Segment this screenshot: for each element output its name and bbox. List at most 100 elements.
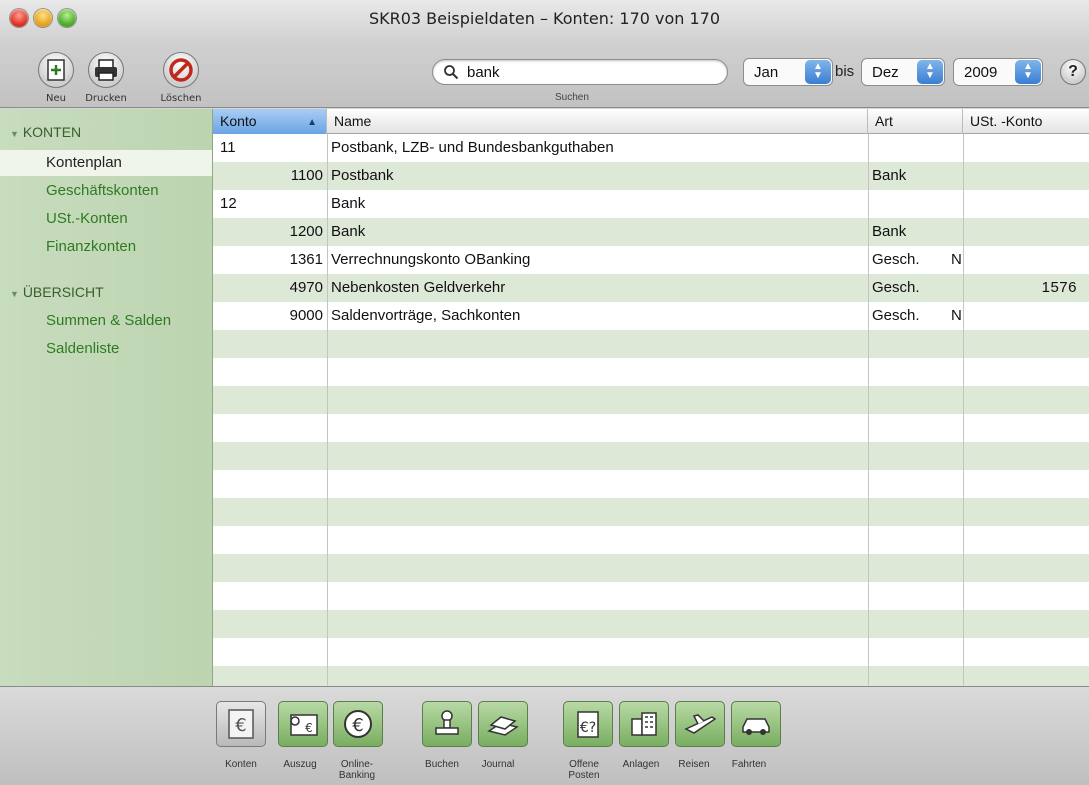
year-select[interactable]: 2009 ▲ ▼ — [953, 58, 1043, 86]
dock-label-anlagen: Anlagen — [622, 759, 660, 770]
sidebar-item-ust-konten[interactable]: USt.-Konten — [0, 206, 212, 232]
cell-art: Gesch. — [872, 279, 920, 296]
table-row[interactable]: 1100 Postbank Bank — [213, 162, 1089, 190]
cell-ust-konto — [963, 190, 1085, 218]
updown-arrows-icon: ▲ ▼ — [805, 60, 831, 84]
search-field[interactable]: bank — [432, 59, 728, 85]
stamp-icon — [435, 710, 459, 735]
table-row[interactable] — [213, 470, 1089, 498]
table-row[interactable]: 1361 Verrechnungskonto OBanking Gesch. N — [213, 246, 1089, 274]
cell-flag: N — [951, 251, 962, 268]
cell-art — [872, 134, 932, 162]
sidebar-item-finanzkonten[interactable]: Finanzkonten — [0, 234, 212, 260]
dock-auszug-button[interactable]: € — [278, 701, 328, 747]
cell-name: Postbank, LZB- und Bundesbankguthaben — [331, 139, 614, 156]
updown-arrows-icon: ▲ ▼ — [1015, 60, 1041, 84]
table-row[interactable]: 4970 Nebenkosten Geldverkehr Gesch. 1576 — [213, 274, 1089, 302]
cell-ust-konto — [963, 246, 1085, 274]
table-row[interactable] — [213, 526, 1089, 554]
to-month-value: Dez — [872, 63, 899, 81]
table-row[interactable] — [213, 330, 1089, 358]
cell-flag — [951, 274, 963, 302]
column-divider — [327, 134, 328, 686]
statement-icon: € — [290, 714, 318, 736]
cell-ust-konto — [963, 302, 1085, 330]
svg-text:€: € — [352, 715, 363, 736]
search-label: Suchen — [555, 92, 589, 103]
dock-konten-button[interactable]: € — [216, 701, 266, 747]
cell-art: Bank — [872, 223, 907, 240]
table-row[interactable] — [213, 414, 1089, 442]
disclosure-triangle-icon: ▼ — [10, 289, 19, 299]
column-header-konto[interactable]: Konto ▲ — [213, 109, 327, 134]
search-icon — [444, 65, 459, 80]
from-month-value: Jan — [754, 63, 779, 81]
cell-konto: 1100 — [290, 167, 323, 184]
dock-label-reisen: Reisen — [678, 759, 710, 770]
sidebar-section-uebersicht[interactable]: ▼ ÜBERSICHT — [10, 284, 104, 300]
table-row[interactable] — [213, 638, 1089, 666]
table-row[interactable] — [213, 442, 1089, 470]
cell-konto: 11 — [220, 139, 236, 156]
table-row[interactable]: 1200 Bank Bank — [213, 218, 1089, 246]
dock-anlagen-button[interactable] — [619, 701, 669, 747]
column-header-name[interactable]: Name — [327, 109, 868, 134]
from-month-select[interactable]: Jan ▲ ▼ — [743, 58, 833, 86]
table-row[interactable]: 11 Postbank, LZB- und Bundesbankguthaben — [213, 134, 1089, 162]
svg-text:€: € — [305, 721, 313, 735]
column-header-art[interactable]: Art — [868, 109, 963, 134]
new-document-icon — [47, 59, 65, 81]
cell-name: Nebenkosten Geldverkehr — [331, 279, 506, 296]
window-title: SKR03 Beispieldaten – Konten: 170 von 17… — [368, 9, 721, 28]
cell-name: Bank — [331, 223, 366, 240]
dock-journal-button[interactable] — [478, 701, 528, 747]
sidebar-item-kontenplan[interactable]: Kontenplan — [0, 150, 212, 176]
sidebar-section-konten[interactable]: ▼ KONTEN — [10, 124, 81, 140]
svg-text:€?: €? — [580, 720, 596, 736]
table-row[interactable]: 9000 Saldenvorträge, Sachkonten Gesch. N — [213, 302, 1089, 330]
table-row[interactable] — [213, 582, 1089, 610]
cell-ust-konto — [963, 162, 1085, 190]
print-button[interactable] — [88, 52, 124, 88]
cell-name: Verrechnungskonto OBanking — [331, 251, 531, 268]
to-month-select[interactable]: Dez ▲ ▼ — [861, 58, 945, 86]
building-icon — [631, 712, 657, 736]
cell-flag — [951, 162, 963, 190]
cell-name: Bank — [331, 195, 366, 212]
cell-art — [872, 190, 932, 218]
dock-fahrten-button[interactable] — [731, 701, 781, 747]
cell-ust-konto: 1576 — [1041, 279, 1077, 296]
new-button[interactable] — [38, 52, 74, 88]
cell-name: Postbank — [331, 167, 394, 184]
table-row[interactable] — [213, 498, 1089, 526]
help-button[interactable]: ? — [1060, 59, 1086, 85]
table-row[interactable]: 12 Bank — [213, 190, 1089, 218]
year-value: 2009 — [964, 63, 998, 81]
sidebar-item-saldenliste[interactable]: Saldenliste — [0, 336, 212, 362]
dock-buchen-button[interactable] — [422, 701, 472, 747]
table-row[interactable] — [213, 554, 1089, 582]
column-header-label: Konto — [220, 113, 257, 129]
sidebar-item-summen-salden[interactable]: Summen & Salden — [0, 308, 212, 334]
dock-reisen-button[interactable] — [675, 701, 725, 747]
delete-button[interactable] — [163, 52, 199, 88]
prohibited-icon — [169, 58, 193, 82]
sidebar: ▼ KONTEN Kontenplan Geschäftskonten USt.… — [0, 109, 213, 686]
cell-konto: 12 — [220, 195, 237, 212]
dock-online-banking-button[interactable]: € — [333, 701, 383, 747]
table-row[interactable] — [213, 386, 1089, 414]
dock-offene-posten-button[interactable]: €? — [563, 701, 613, 747]
cell-konto: 1200 — [289, 223, 323, 240]
svg-text:€: € — [235, 715, 246, 736]
cell-flag — [951, 190, 963, 218]
table-row[interactable] — [213, 610, 1089, 638]
range-separator-label: bis — [835, 63, 855, 80]
table-row[interactable] — [213, 666, 1089, 686]
accounts-table: Konto ▲ Name Art USt. -Konto 11 Postbank,… — [213, 109, 1089, 686]
column-header-ust-konto[interactable]: USt. -Konto — [963, 109, 1089, 134]
sidebar-item-geschaeftskonten[interactable]: Geschäftskonten — [0, 178, 212, 204]
table-row[interactable] — [213, 358, 1089, 386]
dock-label-auszug: Auszug — [283, 759, 317, 770]
disclosure-triangle-icon: ▼ — [10, 129, 19, 139]
search-input-value[interactable]: bank — [467, 64, 500, 81]
